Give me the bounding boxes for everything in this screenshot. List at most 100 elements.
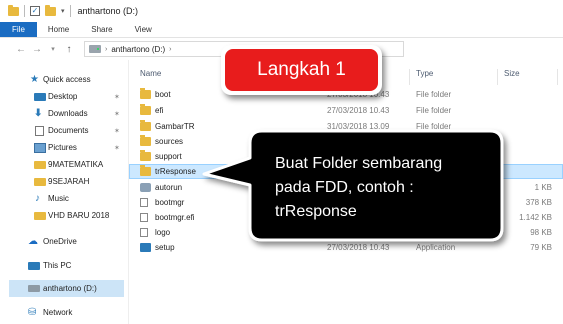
- file-row-gambartr[interactable]: GambarTR 31/03/2018 13.09 File folder: [129, 119, 563, 134]
- sidebar-item-label: Documents: [48, 126, 89, 135]
- folder-icon: [34, 177, 46, 186]
- tab-view[interactable]: View: [124, 22, 163, 37]
- computer-icon: [28, 261, 40, 270]
- customize-toolbar-icon[interactable]: ▾: [61, 7, 65, 15]
- file-size: 1.142 KB: [519, 213, 552, 222]
- document-icon: [35, 125, 44, 136]
- file-icon: [140, 213, 148, 222]
- file-name: autorun: [155, 183, 183, 192]
- file-size: 378 KB: [525, 198, 552, 207]
- file-type: File folder: [416, 90, 452, 99]
- file-name: efi: [155, 106, 164, 115]
- column-divider[interactable]: [497, 69, 498, 85]
- desktop-icon: [34, 92, 46, 101]
- column-header-size[interactable]: Size: [504, 69, 520, 78]
- music-icon: ♪: [35, 192, 40, 204]
- file-name: trResponse: [155, 167, 196, 176]
- file-date: 31/03/2018 13.09: [327, 122, 390, 131]
- pin-icon[interactable]: ✶: [114, 127, 120, 135]
- pin-icon[interactable]: ✶: [114, 110, 120, 118]
- properties-icon[interactable]: ✓: [30, 6, 40, 16]
- pictures-icon: [34, 142, 46, 153]
- title-separator: [69, 5, 71, 17]
- sidebar-item-label: 9MATEMATIKA: [48, 160, 104, 169]
- column-header-name[interactable]: Name: [140, 69, 161, 78]
- folder-icon: [34, 211, 46, 220]
- title-bar: ✓ ▾ anthartono (D:): [0, 0, 563, 22]
- sidebar-item-documents[interactable]: Documents ✶: [0, 122, 128, 139]
- step-callout: Langkah 1: [221, 45, 382, 95]
- file-name: sources: [155, 137, 184, 146]
- file-size: 79 KB: [530, 243, 552, 252]
- sidebar-item-9matematika[interactable]: 9MATEMATIKA: [0, 156, 128, 173]
- recent-locations-icon[interactable]: ▾: [48, 45, 58, 53]
- sidebar-item-onedrive[interactable]: ☁ OneDrive: [0, 233, 128, 250]
- file-name: GambarTR: [155, 122, 195, 131]
- column-divider[interactable]: [409, 69, 410, 85]
- file-row-efi[interactable]: efi 27/03/2018 10.43 File folder: [129, 103, 563, 118]
- folder-icon: [140, 88, 151, 99]
- drive-icon: [28, 285, 40, 292]
- sidebar-item-desktop[interactable]: Desktop ✶: [0, 88, 128, 105]
- breadcrumb-drive[interactable]: anthartono (D:): [111, 45, 165, 54]
- ribbon-tabs: File Home Share View: [0, 22, 563, 38]
- sidebar-item-network[interactable]: ⛁ Network: [0, 304, 128, 321]
- column-header-type[interactable]: Type: [416, 69, 433, 78]
- column-divider[interactable]: [557, 69, 558, 85]
- sidebar-item-anthartono-drive[interactable]: anthartono (D:): [9, 280, 124, 297]
- forward-arrow-icon[interactable]: →: [32, 44, 42, 55]
- sidebar-item-pictures[interactable]: Pictures ✶: [0, 139, 128, 156]
- sidebar-item-vhd-baru-2018[interactable]: VHD BARU 2018: [0, 207, 128, 224]
- file-icon: [140, 198, 148, 207]
- file-type: File folder: [416, 122, 452, 131]
- sidebar-item-label: 9SEJARAH: [48, 177, 90, 186]
- quick-access-separator: [24, 5, 25, 17]
- sidebar-item-label: anthartono (D:): [43, 284, 97, 293]
- sidebar-item-downloads[interactable]: ⬇ Downloads ✶: [0, 105, 128, 122]
- tab-share[interactable]: Share: [80, 22, 123, 37]
- settings-file-icon: [140, 183, 151, 192]
- up-arrow-icon[interactable]: ↑: [64, 44, 74, 55]
- file-row-logo[interactable]: logo 98 KB: [129, 225, 563, 240]
- folder-icon: [140, 135, 151, 146]
- sidebar-item-label: VHD BARU 2018: [48, 211, 110, 220]
- new-folder-icon[interactable]: [45, 4, 56, 16]
- sidebar-item-quick-access[interactable]: ★ Quick access: [0, 71, 128, 88]
- file-name: boot: [155, 90, 171, 99]
- folder-icon: [140, 104, 151, 115]
- sidebar-item-9sejarah[interactable]: 9SEJARAH: [0, 173, 128, 190]
- back-arrow-icon[interactable]: ←: [16, 44, 26, 55]
- tab-file[interactable]: File: [0, 22, 37, 37]
- star-icon: ★: [30, 73, 39, 85]
- sidebar-item-this-pc[interactable]: This PC: [0, 257, 128, 274]
- breadcrumb-chevron-icon[interactable]: ›: [105, 46, 107, 53]
- file-name: bootmgr: [155, 198, 185, 207]
- file-name: support: [155, 152, 182, 161]
- file-name: bootmgr.efi: [155, 213, 195, 222]
- sidebar-item-label: OneDrive: [43, 237, 77, 246]
- file-date: 27/03/2018 10.43: [327, 243, 390, 252]
- file-row-setup[interactable]: setup 27/03/2018 10.43 Application 79 KB: [129, 240, 563, 255]
- setup-icon: [140, 243, 151, 252]
- window-title: anthartono (D:): [77, 6, 139, 16]
- sidebar-item-label: Network: [43, 308, 73, 317]
- folder-icon: [140, 120, 151, 131]
- image-file-icon: [140, 228, 148, 237]
- download-icon: ⬇: [34, 107, 43, 119]
- navigation-pane: ★ Quick access Desktop ✶ ⬇ Downloads ✶ D…: [0, 60, 128, 324]
- folder-icon: [34, 160, 46, 169]
- tab-home[interactable]: Home: [37, 22, 80, 37]
- pin-icon[interactable]: ✶: [114, 93, 120, 101]
- sidebar-item-label: Pictures: [48, 143, 77, 152]
- file-size: 1 KB: [534, 183, 552, 192]
- pin-icon[interactable]: ✶: [114, 144, 120, 152]
- breadcrumb-chevron-icon[interactable]: ›: [169, 46, 171, 53]
- file-size: 98 KB: [530, 228, 552, 237]
- instruction-text: Buat Folder sembarang pada FDD, contoh :…: [275, 155, 443, 220]
- file-row-sources[interactable]: sources: [129, 134, 563, 149]
- sidebar-item-label: This PC: [43, 261, 72, 270]
- folder-icon: [140, 165, 151, 176]
- sidebar-item-label: Downloads: [48, 109, 88, 118]
- sidebar-item-music[interactable]: ♪ Music: [0, 190, 128, 207]
- sidebar-item-label: Quick access: [43, 75, 91, 84]
